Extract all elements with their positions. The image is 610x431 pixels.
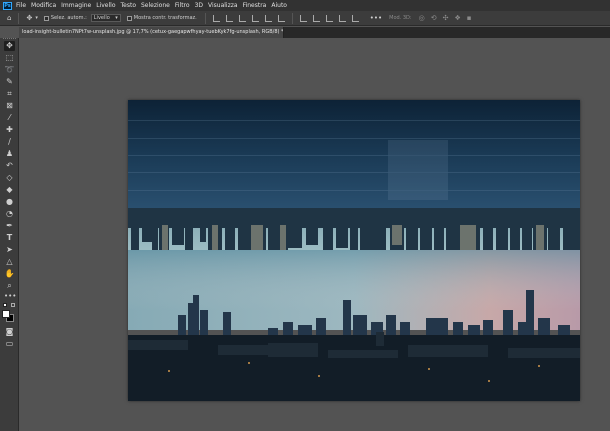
more-options-icon[interactable]: •••	[370, 14, 382, 22]
frame-tool-icon[interactable]: ⊠	[4, 101, 15, 111]
menu-bar: Ps File Modifica Immagine Livello Testo …	[0, 0, 610, 11]
auto-select-label: Selez. autom.:	[50, 15, 87, 21]
align-bottom-icon[interactable]	[277, 14, 285, 22]
document-image[interactable]	[128, 100, 580, 401]
history-brush-tool-icon[interactable]: ↶	[4, 161, 15, 171]
divider	[18, 12, 20, 24]
document-tab[interactable]: load-insight-bulletin7NPt7w-unsplash.jpg…	[19, 27, 284, 38]
align-center-v-icon[interactable]	[264, 14, 272, 22]
clone-stamp-tool-icon[interactable]: ♟	[4, 149, 15, 159]
3d-scale-icon[interactable]: ▪	[467, 14, 472, 22]
more-tools-icon[interactable]: •••	[4, 293, 16, 300]
swap-colors-icon[interactable]	[11, 303, 15, 307]
align-center-h-icon[interactable]	[225, 14, 233, 22]
menu-selezione[interactable]: Selezione	[141, 2, 170, 9]
gradient-tool-icon[interactable]: ◆	[4, 185, 15, 195]
default-colors-icon[interactable]	[3, 303, 7, 307]
distribute-buttons	[297, 14, 362, 22]
show-transform-label: Mostra contr. trasformaz.	[133, 15, 197, 21]
path-selection-tool-icon[interactable]: ➤	[4, 245, 15, 255]
menu-visualizza[interactable]: Visualizza	[208, 2, 238, 9]
distribute-right-icon[interactable]	[351, 14, 359, 22]
distribute-left-icon[interactable]	[338, 14, 346, 22]
3d-drag-icon[interactable]: ✣	[443, 14, 449, 22]
crop-tool-icon[interactable]: ⌗	[4, 89, 15, 99]
chevron-down-icon[interactable]: ▾	[35, 15, 38, 21]
align-buttons	[210, 14, 288, 22]
layer-select-value: Livello	[93, 15, 110, 21]
menu-3d[interactable]: 3D	[195, 2, 203, 9]
shape-tool-icon[interactable]: △	[4, 257, 15, 267]
menu-livello[interactable]: Livello	[96, 2, 115, 9]
menu-modifica[interactable]: Modifica	[31, 2, 56, 9]
home-icon[interactable]: ⌂	[7, 14, 11, 22]
3d-slide-icon[interactable]: ❖	[454, 14, 460, 22]
menu-aiuto[interactable]: Aiuto	[271, 2, 287, 9]
distribute-bottom-icon[interactable]	[325, 14, 333, 22]
foreground-color-swatch[interactable]	[2, 310, 10, 318]
divider	[204, 12, 206, 24]
eyedropper-tool-icon[interactable]: ⁄	[4, 113, 15, 123]
quick-select-tool-icon[interactable]: ✎	[4, 77, 15, 87]
type-tool-icon[interactable]: T	[4, 233, 15, 243]
divider	[291, 12, 293, 24]
move-tool-icon[interactable]: ✥	[4, 41, 15, 51]
dodge-tool-icon[interactable]: ◔	[4, 209, 15, 219]
document-tab-title: load-insight-bulletin7NPt7w-unsplash.jpg…	[22, 29, 284, 35]
canvas-area[interactable]	[19, 38, 610, 431]
3d-roll-icon[interactable]: ⟲	[431, 14, 437, 22]
marquee-tool-icon[interactable]: ⬚	[4, 53, 15, 63]
zoom-tool-icon[interactable]: ⌕	[4, 281, 15, 291]
show-transform-checkbox[interactable]	[126, 15, 132, 21]
align-left-icon[interactable]	[212, 14, 220, 22]
tools-panel: ✥ ⬚ ➰ ✎ ⌗ ⊠ ⁄ ✚ ∕ ♟ ↶ ◇ ◆ ● ◔ ✒ T ➤ △ ✋ …	[0, 38, 19, 431]
blur-tool-icon[interactable]: ●	[4, 197, 15, 207]
foreground-city	[128, 335, 580, 401]
menu-file[interactable]: File	[16, 2, 26, 9]
mode-3d-label: Mod. 3D:	[389, 15, 412, 21]
options-bar: ⌂ ✥ ▾ Selez. autom.: Livello Mostra cont…	[0, 11, 610, 26]
pen-tool-icon[interactable]: ✒	[4, 221, 15, 231]
auto-select-checkbox[interactable]	[43, 15, 49, 21]
layer-select-dropdown[interactable]: Livello	[90, 14, 121, 22]
3d-rotate-icon[interactable]: ◎	[419, 14, 425, 22]
menu-immagine[interactable]: Immagine	[61, 2, 91, 9]
screen-mode-icon[interactable]: ▭	[4, 339, 15, 349]
brush-tool-icon[interactable]: ∕	[4, 137, 15, 147]
eraser-tool-icon[interactable]: ◇	[4, 173, 15, 183]
distribute-center-icon[interactable]	[312, 14, 320, 22]
photoshop-logo[interactable]: Ps	[3, 1, 12, 10]
document-tab-bar: load-insight-bulletin7NPt7w-unsplash.jpg…	[19, 27, 610, 38]
move-tool-icon[interactable]: ✥	[26, 14, 32, 22]
menu-finestra[interactable]: Finestra	[243, 2, 267, 9]
hand-tool-icon[interactable]: ✋	[4, 269, 15, 279]
lasso-tool-icon[interactable]: ➰	[4, 65, 15, 75]
image-content	[128, 100, 580, 401]
healing-brush-tool-icon[interactable]: ✚	[4, 125, 15, 135]
menu-filtro[interactable]: Filtro	[175, 2, 190, 9]
distribute-top-icon[interactable]	[299, 14, 307, 22]
menu-testo[interactable]: Testo	[121, 2, 137, 9]
quick-mask-icon[interactable]: ◙	[4, 327, 15, 337]
align-right-icon[interactable]	[238, 14, 246, 22]
align-top-icon[interactable]	[251, 14, 259, 22]
